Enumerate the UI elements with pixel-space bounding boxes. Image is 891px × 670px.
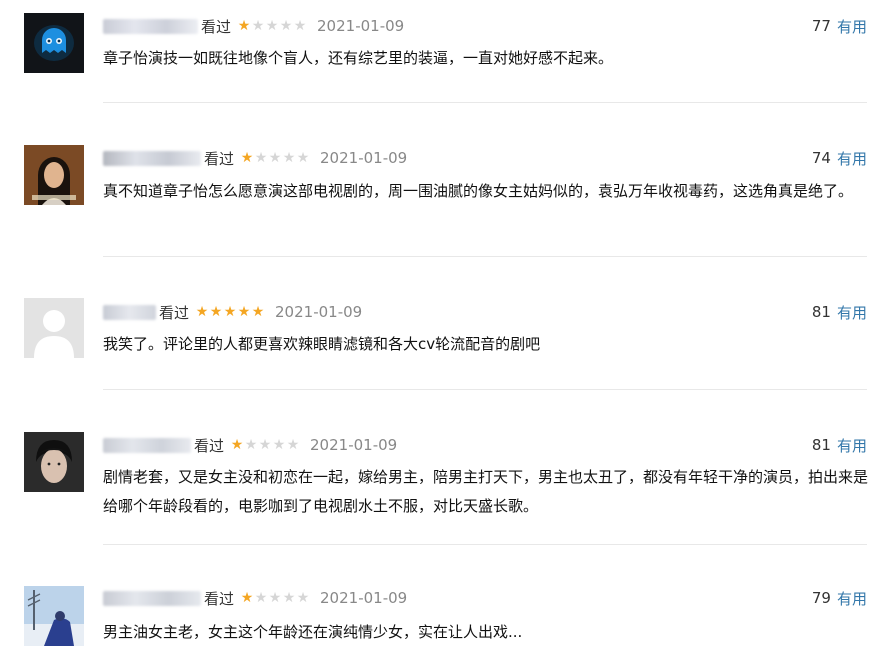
default-user-icon: [24, 298, 84, 358]
portrait-avatar-icon: [24, 432, 84, 492]
star-icon: ★: [282, 150, 296, 166]
star-icon: ★: [223, 304, 237, 320]
star-icon: ★: [296, 590, 310, 606]
star-icon: ★: [240, 150, 254, 166]
comment-meta: 看过 ★ ★ ★ ★ ★ 2021-01-09: [103, 147, 407, 169]
username-blurred[interactable]: [103, 590, 201, 606]
star-icon: ★: [282, 590, 296, 606]
divider: [103, 544, 867, 545]
comment-date: 2021-01-09: [320, 589, 408, 607]
comment-text: 剧情老套，又是女主没和初恋在一起，嫁给男主，陪男主打天下，男主也太丑了，都没有年…: [103, 468, 869, 515]
ghost-avatar-icon: [24, 13, 84, 73]
star-icon: ★: [244, 437, 258, 453]
useful-button[interactable]: 有用: [837, 588, 867, 609]
star-icon: ★: [293, 18, 307, 34]
comment-date: 2021-01-09: [275, 303, 363, 321]
landscape-avatar-icon: [24, 586, 84, 646]
star-icon: ★: [209, 304, 223, 320]
rating-stars: ★ ★ ★ ★ ★: [240, 591, 310, 605]
username-blurred[interactable]: [103, 18, 198, 34]
star-icon: ★: [251, 18, 265, 34]
vote-count: 74: [811, 149, 831, 167]
star-icon: ★: [272, 437, 286, 453]
useful-button[interactable]: 有用: [837, 16, 867, 37]
comment-text: 真不知道章子怡怎么愿意演这部电视剧的，周一围油腻的像女主姑妈似的，袁弘万年收视毒…: [103, 182, 854, 200]
useful-button[interactable]: 有用: [837, 435, 867, 456]
star-icon: ★: [296, 150, 310, 166]
comment-text: 男主油女主老，女主这个年龄还在演纯情少女，实在让人出戏...: [103, 623, 523, 641]
divider: [103, 389, 867, 390]
watch-status: 看过: [201, 17, 232, 36]
avatar[interactable]: [24, 145, 84, 205]
avatar[interactable]: [24, 298, 84, 358]
star-icon: ★: [230, 437, 244, 453]
star-icon: ★: [279, 18, 293, 34]
comment-date: 2021-01-09: [320, 149, 408, 167]
comment-text: 我笑了。评论里的人都更喜欢辣眼睛滤镜和各大cv轮流配音的剧吧: [103, 335, 541, 353]
comment-meta: 看过 ★ ★ ★ ★ ★ 2021-01-09: [103, 587, 407, 609]
comment-date: 2021-01-09: [310, 436, 398, 454]
star-icon: ★: [237, 304, 251, 320]
watch-status: 看过: [204, 149, 235, 168]
star-icon: ★: [254, 150, 268, 166]
username-blurred[interactable]: [103, 437, 191, 453]
vote-count: 81: [811, 303, 831, 321]
rating-stars: ★ ★ ★ ★ ★: [230, 438, 300, 452]
vote-count: 77: [811, 17, 831, 35]
portrait-avatar-icon: [24, 145, 84, 205]
comment-meta: 看过 ★ ★ ★ ★ ★ 2021-01-09: [103, 15, 404, 37]
comment-meta: 看过 ★ ★ ★ ★ ★ 2021-01-09: [103, 301, 362, 323]
username-blurred[interactable]: [103, 304, 156, 320]
watch-status: 看过: [204, 589, 235, 608]
star-icon: ★: [268, 590, 282, 606]
star-icon: ★: [237, 18, 251, 34]
star-icon: ★: [195, 304, 209, 320]
rating-stars: ★ ★ ★ ★ ★: [240, 151, 310, 165]
comment-meta: 看过 ★ ★ ★ ★ ★ 2021-01-09: [103, 434, 397, 456]
avatar[interactable]: [24, 586, 84, 646]
star-icon: ★: [251, 304, 265, 320]
rating-stars: ★ ★ ★ ★ ★: [237, 19, 307, 33]
vote-area: 74 有用: [812, 147, 867, 169]
rating-stars: ★ ★ ★ ★ ★: [195, 305, 265, 319]
star-icon: ★: [258, 437, 272, 453]
comment-list: 看过 ★ ★ ★ ★ ★ 2021-01-09 77 有用 章子怡演技一如既往地…: [0, 0, 891, 670]
star-icon: ★: [254, 590, 268, 606]
watch-status: 看过: [194, 436, 225, 455]
avatar[interactable]: [24, 432, 84, 492]
useful-button[interactable]: 有用: [837, 302, 867, 323]
star-icon: ★: [268, 150, 282, 166]
vote-area: 81 有用: [812, 434, 867, 456]
vote-area: 81 有用: [812, 301, 867, 323]
vote-area: 79 有用: [812, 587, 867, 609]
comment-date: 2021-01-09: [317, 17, 405, 35]
divider: [103, 256, 867, 257]
username-blurred[interactable]: [103, 150, 201, 166]
star-icon: ★: [265, 18, 279, 34]
watch-status: 看过: [159, 303, 190, 322]
star-icon: ★: [286, 437, 300, 453]
useful-button[interactable]: 有用: [837, 148, 867, 169]
vote-count: 79: [811, 589, 831, 607]
vote-count: 81: [811, 436, 831, 454]
vote-area: 77 有用: [812, 15, 867, 37]
divider: [103, 102, 867, 103]
avatar[interactable]: [24, 13, 84, 73]
star-icon: ★: [240, 590, 254, 606]
comment-text: 章子怡演技一如既往地像个盲人，还有综艺里的装逼，一直对她好感不起来。: [103, 49, 614, 67]
